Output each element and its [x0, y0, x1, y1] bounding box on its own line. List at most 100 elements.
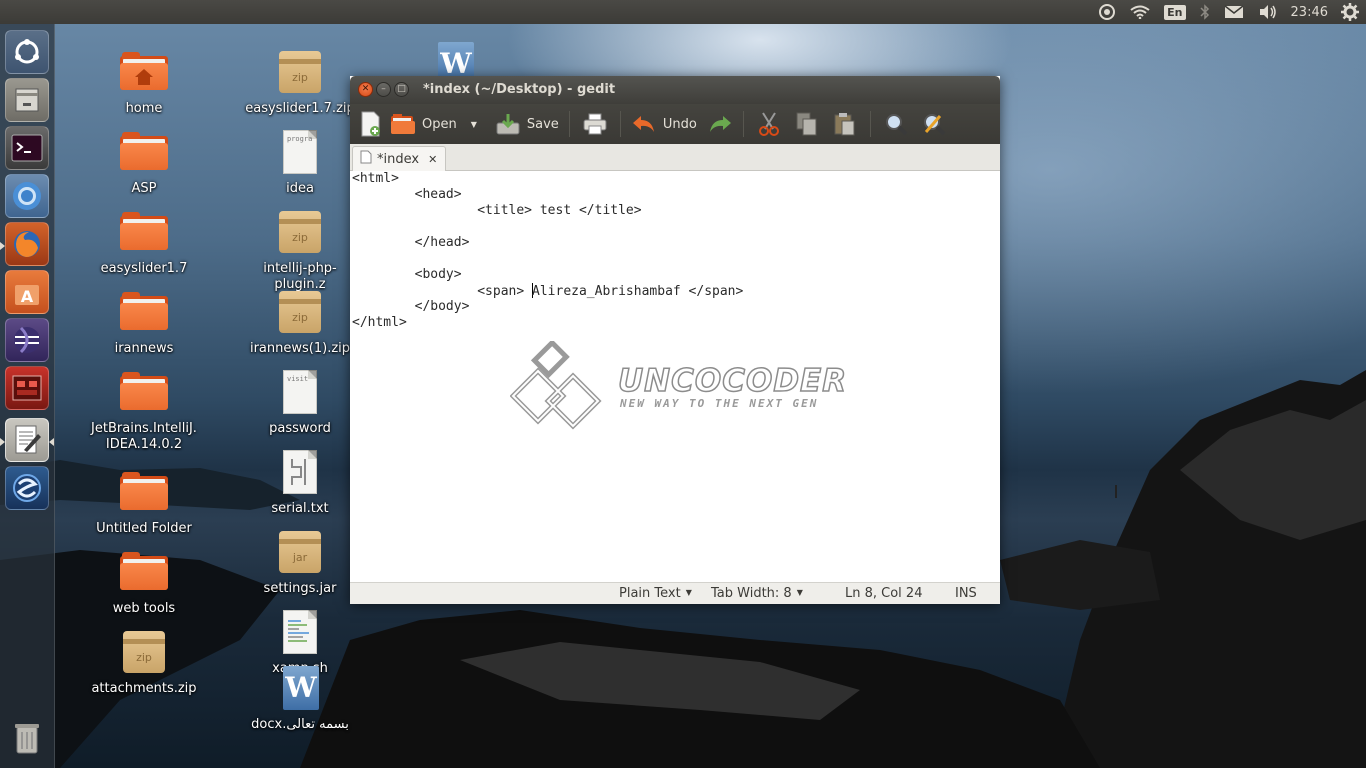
tab-index[interactable]: *index ✕ [352, 146, 446, 171]
maximize-window-button[interactable]: □ [394, 82, 409, 97]
window-title: *index (~/Desktop) - gedit [423, 82, 616, 97]
watermark-title: UNCOCODER [617, 362, 848, 400]
close-window-button[interactable]: ✕ [358, 82, 373, 97]
zip-badge: zip [136, 651, 152, 664]
mail-icon[interactable] [1217, 0, 1251, 24]
folder-icon [119, 288, 169, 338]
open-button[interactable]: Open [390, 107, 457, 141]
window-titlebar[interactable]: ✕ – □ *index (~/Desktop) - gedit [350, 76, 1000, 104]
find-replace-icon [921, 111, 947, 137]
word-document-icon: W [275, 664, 325, 714]
search-replace-button[interactable] [921, 107, 947, 141]
wifi-icon[interactable] [1123, 0, 1157, 24]
desktop-icon-easyslider[interactable]: easyslider1.7 [84, 208, 204, 277]
save-button[interactable]: Save [495, 107, 559, 141]
ubuntu-one-icon[interactable] [1091, 0, 1123, 24]
uncocoder-logo-icon [510, 341, 602, 430]
open-recent-dropdown[interactable]: ▼ [471, 107, 477, 141]
desktop-icon-irannews[interactable]: irannews [84, 288, 204, 357]
app-blue-icon[interactable] [5, 466, 49, 510]
code-line: </html> [352, 315, 407, 330]
desktop-icon-home[interactable]: home [84, 48, 204, 117]
print-button[interactable] [582, 107, 608, 141]
undo-button[interactable]: Undo [631, 107, 697, 141]
document-tabbar: *index ✕ [350, 144, 1000, 171]
chevron-down-icon: ▼ [685, 588, 692, 597]
insert-mode: INS [955, 586, 977, 601]
desktop-icon-web-tools[interactable]: web tools [84, 548, 204, 617]
desktop-icon-idea[interactable]: progra idea [240, 128, 360, 197]
keyboard-layout-indicator[interactable]: En [1157, 0, 1192, 24]
chevron-down-icon: ▼ [796, 588, 803, 597]
tab-width-selector[interactable]: Tab Width: 8 ▼ [711, 586, 803, 601]
desktop-icon-attachments-zip[interactable]: zip attachments.zip [84, 628, 204, 697]
top-panel: En 23:46 [0, 0, 1366, 24]
keyboard-layout-label: En [1164, 4, 1186, 20]
paste-button[interactable] [832, 107, 858, 141]
desktop-icon-password[interactable]: visit password [240, 368, 360, 437]
code-line: </body> [352, 299, 470, 314]
text-file-icon [275, 448, 325, 498]
zip-archive-icon: zip [119, 628, 169, 678]
copy-icon [794, 111, 820, 137]
desktop-icon-label: easyslider1.7 [100, 261, 188, 276]
zip-archive-icon: zip [275, 288, 325, 338]
gedit-window: ✕ – □ *index (~/Desktop) - gedit Open ▼ … [350, 76, 1000, 604]
trash-icon[interactable] [5, 716, 49, 760]
folder-icon [119, 468, 169, 518]
code-segment: Alireza_Abrishambaf </span> [532, 284, 744, 299]
desktop-icon-irannews-zip[interactable]: zip irannews(1).zip [240, 288, 360, 357]
gear-icon[interactable] [1334, 0, 1366, 24]
folder-icon [119, 208, 169, 258]
eclipse-icon[interactable] [5, 318, 49, 362]
text-editor[interactable]: <html> <head> <title> test </title> </he… [350, 171, 1000, 582]
close-tab-icon[interactable]: ✕ [428, 153, 437, 166]
watermark-subtitle: NEW WAY TO THE NEXT GEN [620, 397, 819, 410]
toolbar-separator [619, 111, 621, 137]
new-document-button[interactable] [358, 107, 384, 141]
redo-button[interactable] [707, 107, 733, 141]
document-icon [360, 150, 372, 168]
search-button[interactable] [883, 107, 909, 141]
dash-icon[interactable] [5, 30, 49, 74]
desktop-icon-word-hidden[interactable]: W [395, 40, 515, 76]
terminal-icon[interactable] [5, 126, 49, 170]
bluetooth-icon[interactable] [1193, 0, 1217, 24]
toolbar-separator [869, 111, 871, 137]
text-file-icon: progra [275, 128, 325, 178]
copy-button[interactable] [794, 107, 820, 141]
cut-button[interactable] [756, 107, 782, 141]
zip-badge: zip [292, 231, 308, 244]
scissors-icon [756, 111, 782, 137]
desktop-icon-serial-txt[interactable]: serial.txt [240, 448, 360, 517]
clock[interactable]: 23:46 [1285, 0, 1334, 24]
software-center-icon[interactable]: A [5, 270, 49, 314]
desktop-icon-jetbrains[interactable]: JetBrains.IntelliJ. IDEA.14.0.2 [84, 368, 204, 453]
code-line: <head> [352, 187, 462, 202]
firefox-icon[interactable] [5, 222, 49, 266]
zip-badge: zip [292, 311, 308, 324]
jar-badge: jar [292, 551, 308, 564]
files-icon[interactable] [5, 78, 49, 122]
desktop-icon-untitled-folder[interactable]: Untitled Folder [84, 468, 204, 537]
redo-icon [707, 111, 733, 137]
desktop-icon-intellij-php-plugin[interactable]: zip intellij-php-plugin.z [240, 208, 360, 293]
language-selector[interactable]: Plain Text ▼ [619, 586, 692, 601]
desktop-icon-easyslider-zip[interactable]: zip easyslider1.7.zip [240, 48, 360, 117]
desktop-icon-label: easyslider1.7.zip [245, 101, 355, 116]
app-red-icon[interactable] [5, 366, 49, 410]
text-preview: visit [287, 375, 309, 383]
desktop-icon-label: irannews [114, 341, 174, 356]
desktop-icon-docx[interactable]: W بسمه تعالی.docx [240, 664, 360, 733]
desktop-icon-asp[interactable]: ASP [84, 128, 204, 197]
printer-icon [582, 111, 608, 137]
folder-icon [119, 128, 169, 178]
gedit-icon[interactable] [5, 418, 49, 462]
minimize-window-button[interactable]: – [376, 82, 391, 97]
text-preview: progra [287, 135, 313, 143]
cursor-position: Ln 8, Col 24 [845, 586, 923, 601]
desktop-icon-settings-jar[interactable]: jar settings.jar [240, 528, 360, 597]
volume-icon[interactable] [1251, 0, 1285, 24]
search-icon [883, 111, 909, 137]
chromium-icon[interactable] [5, 174, 49, 218]
